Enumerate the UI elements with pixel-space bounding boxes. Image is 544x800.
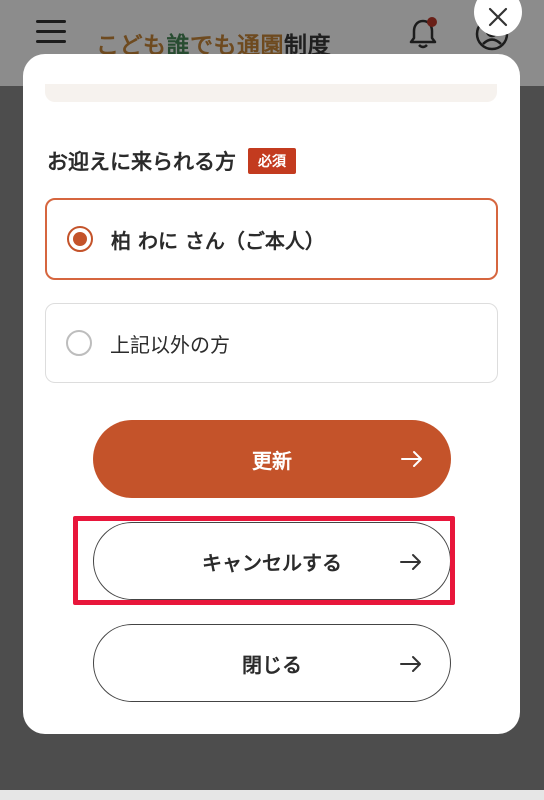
pickup-person-heading: お迎えに来られる方 必須 [47,146,296,176]
option-self-label: 柏 わに さん（ご本人） [111,228,325,253]
close-icon [488,7,508,27]
required-badge: 必須 [248,148,296,174]
close-modal-button[interactable]: 閉じる [93,624,451,702]
modal-top-bar [45,84,497,102]
bottom-strip [0,790,544,800]
radio-selected-icon[interactable] [67,226,93,252]
update-button[interactable]: 更新 [93,420,451,498]
update-button-label: 更新 [252,448,292,473]
arrow-right-icon [401,451,422,467]
close-button-label: 閉じる [242,652,302,677]
section-label-text: お迎えに来られる方 [47,150,236,174]
arrow-right-icon [400,656,421,672]
radio-unselected-icon[interactable] [66,330,92,356]
option-self[interactable]: 柏 わに さん（ご本人） [45,198,498,280]
cancel-highlight-box [73,516,455,605]
option-other-label: 上記以外の方 [110,332,230,357]
option-other[interactable]: 上記以外の方 [45,303,498,383]
pickup-person-modal: お迎えに来られる方 必須 柏 わに さん（ご本人） 上記以外の方 更新 キャンセ… [23,54,520,734]
